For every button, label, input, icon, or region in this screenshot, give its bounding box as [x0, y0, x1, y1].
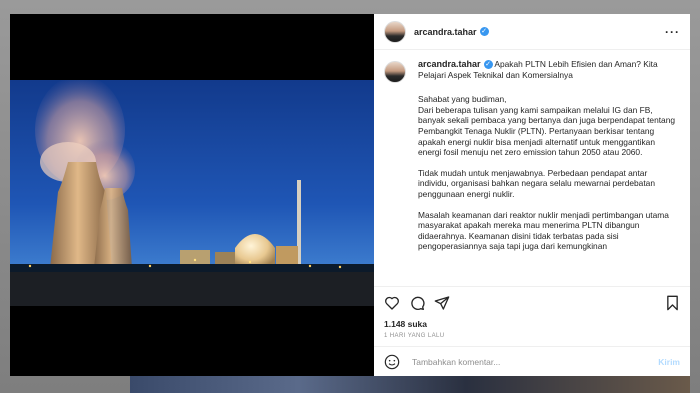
- comment-input[interactable]: [410, 355, 659, 368]
- username-link[interactable]: arcandra.tahar: [414, 27, 477, 37]
- verified-badge-icon: ✓: [483, 60, 493, 70]
- bookmark-icon[interactable]: [665, 295, 680, 311]
- action-icons: [384, 293, 680, 313]
- caption-text: arcandra.tahar ✓ Apakah PLTN Lebih Efisie…: [418, 59, 680, 262]
- post-side-panel: arcandra.tahar ✓ ··· arcandra.tahar ✓ Apa…: [374, 14, 690, 376]
- post-comment-button[interactable]: Kirim: [658, 357, 680, 367]
- post-timestamp[interactable]: 1 HARI YANG LALU: [384, 333, 680, 339]
- more-options-icon[interactable]: ···: [665, 25, 680, 39]
- nuclear-plant-photo: [10, 80, 374, 306]
- post-header: arcandra.tahar ✓ ···: [374, 14, 690, 50]
- avatar[interactable]: [384, 20, 406, 43]
- caption-avatar[interactable]: [384, 61, 406, 83]
- share-icon[interactable]: [434, 295, 450, 311]
- caption-row: arcandra.tahar ✓ Apakah PLTN Lebih Efisie…: [384, 59, 680, 262]
- like-count[interactable]: 1.148 suka: [384, 319, 680, 329]
- caption-title-line: arcandra.tahar ✓ Apakah PLTN Lebih Efisie…: [418, 59, 680, 80]
- caption-paragraph-2: Tidak mudah untuk menjawabnya. Perbedaan…: [418, 167, 655, 199]
- comment-bar: Kirim: [374, 346, 690, 376]
- caption-area[interactable]: arcandra.tahar ✓ Apakah PLTN Lebih Efisie…: [374, 51, 690, 281]
- verified-badge-icon: ✓: [479, 27, 489, 36]
- post-modal: arcandra.tahar ✓ ··· arcandra.tahar ✓ Apa…: [10, 14, 690, 376]
- caption-username-link[interactable]: arcandra.tahar: [418, 59, 481, 69]
- background-feed-strip: [130, 376, 690, 393]
- caption-paragraph-3: Masalah keamanan dari reaktor nuklir men…: [418, 209, 669, 252]
- heart-icon[interactable]: [384, 295, 400, 311]
- comment-icon[interactable]: [409, 295, 425, 311]
- post-actions: 1.148 suka 1 HARI YANG LALU: [374, 286, 690, 339]
- emoji-icon[interactable]: [384, 354, 400, 370]
- post-image[interactable]: [10, 80, 374, 306]
- caption-paragraph-1: Sahabat yang budiman, Dari beberapa tuli…: [418, 94, 676, 158]
